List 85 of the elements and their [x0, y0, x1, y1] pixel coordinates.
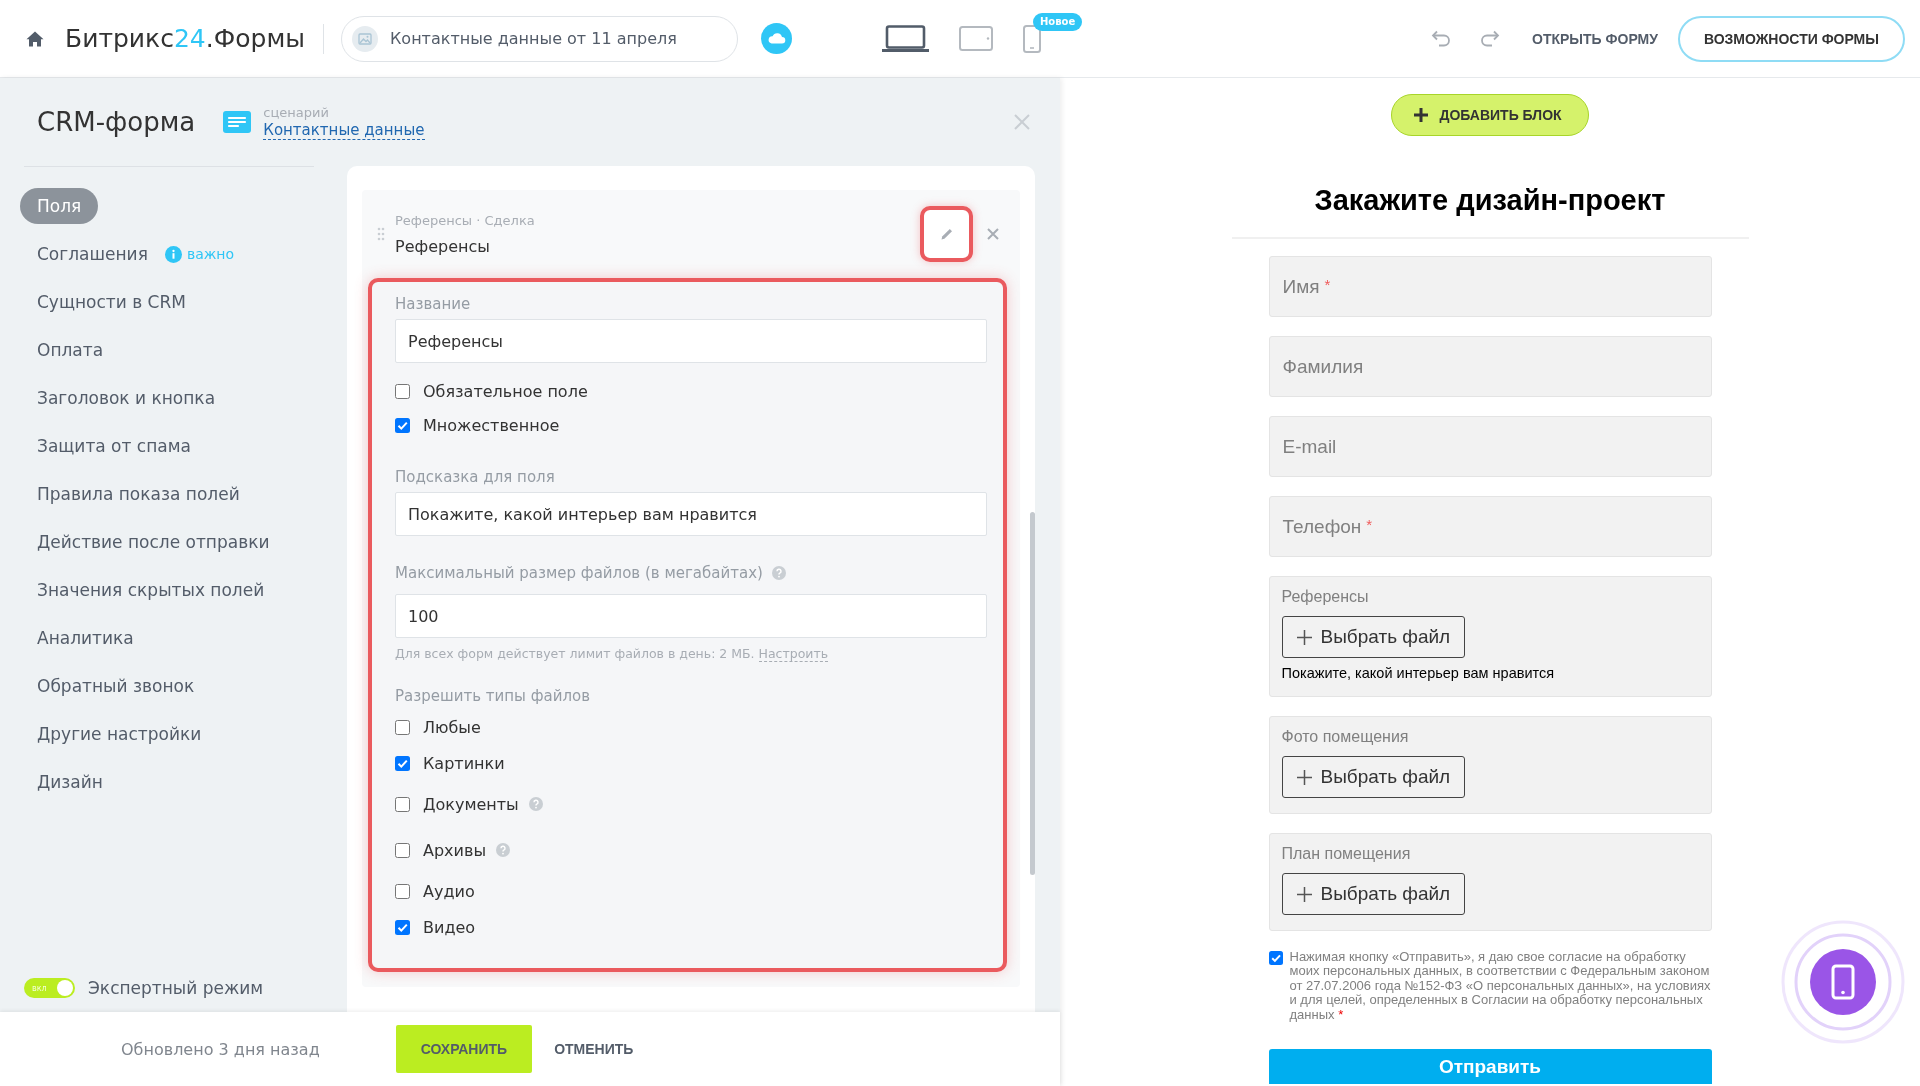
- form-title: Закажите дизайн-проект: [1314, 183, 1666, 218]
- checkbox[interactable]: [395, 383, 410, 399]
- nav-item[interactable]: Обратный звонок: [20, 668, 212, 704]
- checkbox[interactable]: [395, 719, 410, 735]
- expert-mode-label: Экспертный режим: [88, 978, 264, 998]
- limit-note: Для всех форм действует лимит файлов в день: 2 МБ. Настроить: [395, 645, 830, 663]
- nav-item[interactable]: Поля: [20, 188, 99, 224]
- new-badge: Новое: [1033, 12, 1083, 31]
- text-field[interactable]: Фамилия: [1268, 336, 1712, 397]
- upload-label: Референсы: [1281, 587, 1369, 607]
- nav-item[interactable]: Соглашения: [20, 236, 165, 272]
- choose-file-button[interactable]: Выбрать файл: [1281, 756, 1466, 798]
- text-input[interactable]: Референсы: [395, 319, 987, 363]
- checkbox-label: Множественное: [423, 415, 560, 435]
- text-field[interactable]: Имя *: [1268, 256, 1712, 317]
- choose-file-button[interactable]: Выбрать файл: [1281, 616, 1466, 658]
- scrollbar[interactable]: [1030, 512, 1035, 875]
- upload-hint: Покажите, какой интерьер вам нравится: [1281, 665, 1555, 681]
- checkbox[interactable]: [395, 755, 410, 771]
- laptop-icon[interactable]: [882, 24, 929, 53]
- field-caption: Референсы · Сделка: [395, 211, 535, 229]
- checkbox-label: Архивы: [423, 840, 487, 860]
- add-block-button[interactable]: ДОБАВИТЬ БЛОК: [1391, 94, 1589, 136]
- edit-button[interactable]: [920, 206, 973, 262]
- upload-label: Фото помещения: [1281, 727, 1409, 747]
- close-icon[interactable]: [987, 228, 999, 240]
- plus-icon: [1296, 769, 1312, 785]
- save-button[interactable]: СОХРАНИТЬ: [395, 1025, 533, 1073]
- upload-label: План помещения: [1281, 844, 1411, 864]
- nav-item[interactable]: Другие настройки: [20, 716, 219, 752]
- checkbox-label: Видео: [423, 917, 476, 937]
- updated-text: Обновлено 3 дня назад: [121, 1039, 320, 1059]
- phone-icon[interactable]: [1023, 24, 1041, 53]
- field-name: Референсы: [395, 236, 491, 257]
- field-label: Название: [395, 294, 471, 314]
- plus-icon: [1413, 107, 1430, 123]
- checkbox-label: Документы: [423, 794, 519, 814]
- open-form-link[interactable]: ОТКРЫТЬ ФОРМУ: [1532, 30, 1658, 47]
- redo-icon[interactable]: [1479, 30, 1500, 47]
- page-title: CRM-форма: [37, 107, 196, 137]
- field-label: Подсказка для поля: [395, 467, 555, 487]
- list-icon: [223, 111, 252, 133]
- checkbox[interactable]: [395, 796, 410, 812]
- cloud-icon[interactable]: [761, 23, 792, 54]
- cancel-button[interactable]: ОТМЕНИТЬ: [554, 1041, 634, 1057]
- nav-item[interactable]: Защита от спама: [20, 428, 208, 464]
- nav-item[interactable]: Действие после отправки: [20, 524, 287, 560]
- features-button[interactable]: ВОЗМОЖНОСТИ ФОРМЫ: [1677, 15, 1905, 62]
- text-field[interactable]: E-mail: [1268, 416, 1712, 477]
- note-text: важно: [186, 246, 235, 262]
- checkbox-label: Аудио: [423, 881, 475, 901]
- checkbox[interactable]: [395, 417, 410, 433]
- text-input[interactable]: 100: [395, 594, 987, 638]
- nav-item[interactable]: Дизайн: [20, 764, 120, 800]
- checkbox-label: Обязательное поле: [423, 381, 588, 401]
- checkbox-label: Картинки: [423, 753, 505, 773]
- text-field[interactable]: Телефон *: [1268, 496, 1712, 557]
- scenario-link[interactable]: Контактные данные: [263, 120, 425, 140]
- checkbox[interactable]: [395, 883, 410, 899]
- app-logo: Битрикс24.Формы: [65, 24, 305, 53]
- info-icon: [164, 245, 182, 263]
- image-icon: [352, 25, 378, 52]
- checkbox[interactable]: [1268, 951, 1283, 965]
- choose-file-button[interactable]: Выбрать файл: [1281, 873, 1466, 915]
- checkbox-label: Любые: [423, 717, 481, 737]
- nav-item[interactable]: Правила показа полей: [20, 476, 257, 512]
- pencil-icon: [940, 228, 953, 240]
- tablet-icon[interactable]: [959, 26, 993, 51]
- nav-item[interactable]: Оплата: [20, 332, 121, 368]
- nav-item[interactable]: Аналитика: [20, 620, 151, 656]
- checkbox[interactable]: [395, 919, 410, 935]
- drag-handle-icon[interactable]: [377, 227, 385, 241]
- scenario-caption: сценарий: [263, 104, 330, 121]
- nav-item[interactable]: Значения скрытых полей: [20, 572, 282, 608]
- field-label: Разрешить типы файлов: [395, 686, 591, 706]
- nav-item[interactable]: Сущности в CRM: [20, 284, 203, 320]
- plus-icon: [1296, 886, 1312, 902]
- consent-text: Нажимая кнопку «Отправить», я даю свое согласие на обработку моих персональных данных, в соответствии с Федеральным законом от 27.07.2006 года №152-ФЗ «О персональных данных», на условиях и для целей, определенных в Согласии на обработку персональных данных *: [1289, 950, 1712, 1023]
- home-icon[interactable]: [26, 30, 44, 47]
- checkbox[interactable]: [395, 842, 410, 858]
- nav-item[interactable]: Заголовок и кнопка: [20, 380, 233, 416]
- undo-icon[interactable]: [1431, 30, 1452, 47]
- text-input[interactable]: Покажите, какой интерьер вам нравится: [395, 492, 987, 536]
- field-label: Максимальный размер файлов (в мегабайтах): [395, 563, 763, 583]
- plus-icon: [1296, 629, 1312, 645]
